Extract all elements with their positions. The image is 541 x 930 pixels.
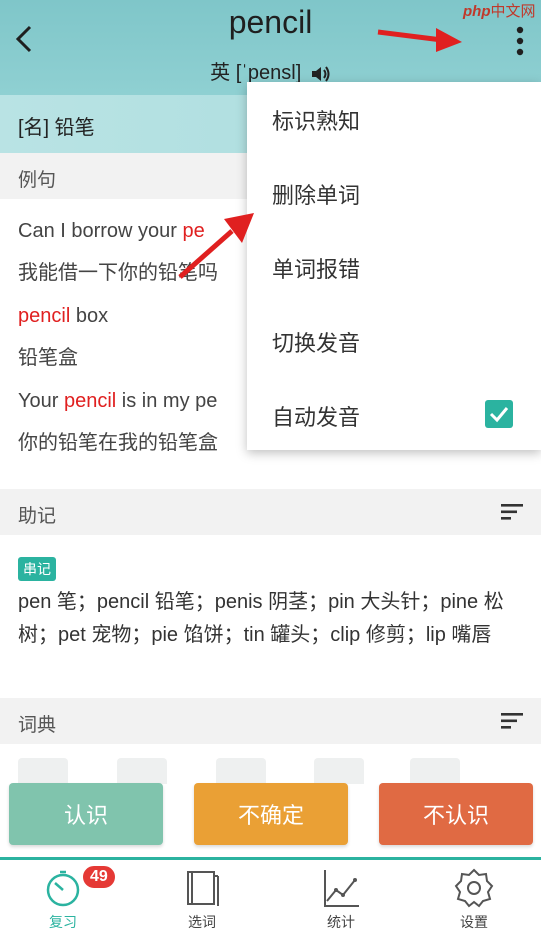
unsure-button[interactable]: 不确定 (194, 783, 348, 845)
tab-statistics[interactable]: 统计 (286, 860, 396, 930)
examples-label: 例句 (18, 170, 57, 191)
menu-item-label: 标识熟知 (272, 109, 361, 134)
know-button[interactable]: 认识 (9, 783, 163, 845)
menu-item-label: 删除单词 (272, 183, 361, 208)
checkmark-icon (489, 407, 509, 423)
tab-statistics-label: 统计 (327, 914, 355, 930)
unknown-button[interactable]: 不认识 (379, 783, 533, 845)
menu-item-label: 单词报错 (272, 257, 361, 282)
dictionary-icon[interactable] (314, 758, 364, 784)
tab-review-label: 复习 (49, 914, 77, 930)
gear-icon (454, 868, 494, 908)
tab-review[interactable]: 49 复习 (8, 860, 118, 930)
line-chart-icon (324, 870, 359, 907)
header: pencil 英 [ˈpensl] (0, 0, 541, 95)
menu-item-auto-pronounce[interactable]: 自动发音 (247, 378, 541, 452)
menu-item-switch-pronunciation[interactable]: 切换发音 (247, 304, 541, 378)
dictionary-icon[interactable] (410, 758, 460, 784)
tab-settings-label: 设置 (460, 914, 488, 930)
speaker-icon[interactable] (311, 65, 331, 83)
watermark: php中文网 (463, 0, 536, 21)
mnemonic-tag: 串记 (18, 557, 56, 581)
phonetic-label: 英 (210, 62, 231, 84)
dictionary-icon[interactable] (18, 758, 68, 784)
stopwatch-icon (46, 870, 80, 907)
more-options-icon[interactable] (508, 22, 532, 62)
menu-item-report-error[interactable]: 单词报错 (247, 230, 541, 304)
review-count-badge: 49 (81, 864, 117, 890)
phonetic-row[interactable]: 英 [ˈpensl] (0, 56, 541, 85)
mnemonic-section-header: 助记 (0, 489, 541, 535)
menu-item-label: 自动发音 (272, 405, 361, 430)
dictionary-icons-row (0, 758, 541, 784)
menu-item-label: 切换发音 (272, 331, 361, 356)
tab-select-words[interactable]: 选词 (147, 860, 257, 930)
mnemonic-text: pen 笔；pencil 铅笔；penis 阴茎；pin 大头针；pine 松树… (18, 591, 504, 646)
phonetic-text: [ˈpensl] (235, 62, 302, 84)
example-1-en: Can I borrow your pe (18, 220, 205, 242)
mnemonic-label: 助记 (18, 506, 57, 527)
book-icon (187, 871, 219, 906)
example-3-zh: 你的铅笔在我的铅笔盒 (18, 432, 218, 454)
overflow-menu: 标识熟知 删除单词 单词报错 切换发音 自动发音 (247, 82, 541, 450)
tab-settings[interactable]: 设置 (419, 860, 529, 930)
example-2-zh: 铅笔盒 (18, 347, 78, 369)
sort-icon[interactable] (501, 504, 523, 520)
example-1-zh: 我能借一下你的铅笔吗 (18, 262, 218, 284)
dictionary-section-header: 词典 (0, 698, 541, 744)
example-2-en: pencil box (18, 305, 109, 327)
watermark-site: 中文网 (490, 3, 536, 20)
dictionary-icon[interactable] (117, 758, 167, 784)
sort-icon[interactable] (501, 713, 523, 729)
watermark-php: php (463, 3, 491, 20)
tab-select-words-label: 选词 (188, 914, 216, 930)
auto-pronounce-checkbox[interactable] (485, 400, 513, 428)
word-title: pencil (228, 4, 313, 40)
menu-item-delete-word[interactable]: 删除单词 (247, 156, 541, 230)
menu-item-mark-known[interactable]: 标识熟知 (247, 82, 541, 156)
dictionary-icon[interactable] (216, 758, 266, 784)
example-3-en: Your pencil is in my pe (18, 390, 218, 412)
tab-bar: 49 复习 选词 统计 设置 (0, 860, 541, 930)
dictionary-label: 词典 (18, 715, 57, 736)
definition-text: [名] 铅笔 (18, 117, 95, 139)
